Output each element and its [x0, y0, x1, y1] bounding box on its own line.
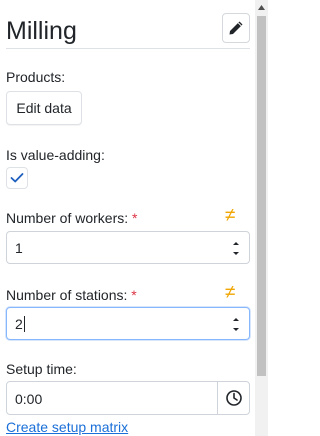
stations-value: 2 [15, 316, 25, 332]
vertical-scrollbar[interactable] [255, 0, 268, 436]
value-adding-checkbox[interactable] [6, 167, 28, 189]
products-label: Products: [6, 69, 66, 85]
stations-label: Number of stations: * [6, 287, 137, 303]
title-divider [6, 48, 250, 49]
required-mark: * [131, 287, 137, 303]
create-setup-matrix-link[interactable]: Create setup matrix [6, 418, 128, 436]
setup-time-label: Setup time: [6, 361, 77, 377]
not-equal-indicator: ≠ [225, 205, 236, 226]
scroll-up-arrow-icon[interactable] [255, 0, 268, 14]
spinner-icon[interactable] [229, 312, 243, 336]
workers-label: Number of workers: * [6, 210, 138, 226]
required-mark: * [132, 210, 138, 226]
setup-time-value: 0:00 [15, 391, 43, 407]
workers-value: 1 [15, 240, 23, 256]
scrollbar-thumb[interactable] [257, 16, 266, 376]
text-caret [23, 316, 25, 332]
edit-title-button[interactable] [222, 13, 250, 43]
pencil-icon [229, 21, 243, 35]
workers-input[interactable]: 1 [6, 231, 250, 264]
value-adding-label: Is value-adding: [6, 147, 105, 163]
page-title: Milling [6, 17, 77, 45]
spinner-icon[interactable] [229, 236, 243, 260]
check-icon [10, 173, 24, 183]
not-equal-indicator: ≠ [225, 282, 236, 303]
edit-data-button[interactable]: Edit data [6, 91, 82, 125]
setup-time-input[interactable]: 0:00 [6, 381, 218, 415]
time-picker-button[interactable] [217, 381, 250, 415]
properties-panel: Milling Products: Edit data Is value-add… [0, 0, 255, 436]
stations-input[interactable]: 2 [6, 307, 250, 340]
clock-icon [225, 390, 242, 406]
